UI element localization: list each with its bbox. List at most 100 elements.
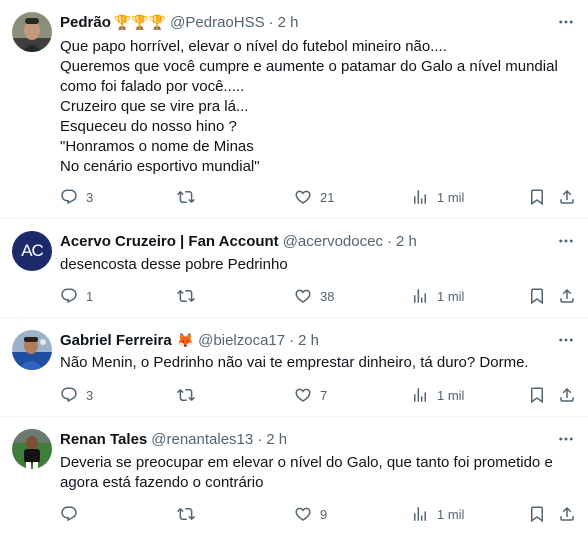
- timestamp[interactable]: 2 h: [298, 332, 319, 349]
- text-line: No cenário esportivo mundial": [60, 158, 260, 175]
- avatar[interactable]: [12, 429, 52, 469]
- reply-button[interactable]: 1: [60, 286, 93, 306]
- share-button[interactable]: [558, 187, 576, 207]
- user-handle[interactable]: @PedraoHSS: [170, 14, 264, 31]
- like-count: 7: [320, 387, 328, 403]
- display-name[interactable]: Acervo Cruzeiro | Fan Account: [60, 233, 279, 250]
- tweet-text: desencosta desse pobre Pedrinho: [60, 255, 574, 275]
- avatar[interactable]: [12, 12, 52, 52]
- repost-icon: [177, 188, 195, 206]
- text-line: Esqueceu do nosso hino ?: [60, 118, 237, 135]
- text-line: desencosta desse pobre Pedrinho: [60, 256, 288, 273]
- share-icon: [558, 386, 576, 404]
- reply-count: 3: [86, 189, 94, 205]
- reply-icon: [60, 188, 78, 206]
- tweet-text: Não Menin, o Pedrinho não vai te emprest…: [60, 353, 574, 373]
- timestamp[interactable]: 2 h: [278, 14, 299, 31]
- separator: ·: [257, 430, 263, 448]
- more-icon[interactable]: [556, 231, 576, 251]
- trophy-badges: 🏆🏆🏆: [113, 13, 167, 30]
- fox-badge: 🦊: [176, 331, 195, 348]
- more-icon[interactable]: [556, 330, 576, 350]
- like-icon: [294, 287, 312, 305]
- like-button[interactable]: 9: [294, 504, 327, 524]
- bookmark-icon: [528, 505, 546, 523]
- repost-icon: [177, 287, 195, 305]
- like-button[interactable]: 38: [294, 286, 334, 306]
- bookmark-button[interactable]: [528, 504, 546, 524]
- like-button[interactable]: 7: [294, 385, 327, 405]
- avatar[interactable]: [12, 330, 52, 370]
- timestamp[interactable]: 2 h: [266, 431, 287, 448]
- views-button[interactable]: 1 mil: [411, 385, 464, 405]
- views-icon: [411, 386, 429, 404]
- display-name[interactable]: Renan Tales: [60, 431, 147, 448]
- repost-button[interactable]: [177, 286, 203, 306]
- separator: ·: [268, 13, 274, 31]
- timestamp[interactable]: 2 h: [396, 233, 417, 250]
- reply-icon: [60, 505, 78, 523]
- text-line: "Honramos o nome de Minas: [60, 138, 254, 155]
- display-name[interactable]: Pedrão: [60, 14, 111, 31]
- tweet-acervo[interactable]: AC Acervo Cruzeiro | Fan Account @acervo…: [0, 219, 588, 318]
- display-name[interactable]: Gabriel Ferreira: [60, 332, 172, 349]
- views-count: 1 mil: [437, 288, 465, 304]
- views-count: 1 mil: [437, 189, 465, 205]
- share-icon: [558, 287, 576, 305]
- reply-button[interactable]: 3: [60, 187, 93, 207]
- share-button[interactable]: [558, 504, 576, 524]
- action-bar: 9 1 mil: [60, 504, 580, 524]
- views-icon: [411, 505, 429, 523]
- share-button[interactable]: [558, 286, 576, 306]
- like-count: 9: [320, 506, 328, 522]
- repost-button[interactable]: [177, 385, 203, 405]
- views-button[interactable]: 1 mil: [411, 187, 464, 207]
- repost-icon: [177, 386, 195, 404]
- bookmark-icon: [528, 188, 546, 206]
- more-icon[interactable]: [556, 429, 576, 449]
- share-icon: [558, 505, 576, 523]
- more-icon[interactable]: [556, 12, 576, 32]
- views-icon: [411, 287, 429, 305]
- tweet-gabriel[interactable]: Gabriel Ferreira 🦊 @bielzoca17 · 2 h Não…: [0, 318, 588, 417]
- action-bar: 3 7 1 mil: [60, 385, 580, 405]
- views-icon: [411, 188, 429, 206]
- reply-count: 1: [86, 288, 94, 304]
- share-icon: [558, 188, 576, 206]
- like-icon: [294, 505, 312, 523]
- share-button[interactable]: [558, 385, 576, 405]
- bookmark-button[interactable]: [528, 286, 546, 306]
- user-handle[interactable]: @renantales13: [151, 431, 253, 448]
- bookmark-button[interactable]: [528, 187, 546, 207]
- separator: ·: [289, 331, 295, 349]
- avatar[interactable]: AC: [12, 231, 52, 271]
- repost-button[interactable]: [177, 504, 203, 524]
- repost-icon: [177, 505, 195, 523]
- tweet-renan[interactable]: Renan Tales @renantales13 · 2 h Deveria …: [0, 417, 588, 535]
- text-line: Não Menin, o Pedrinho não vai te emprest…: [60, 354, 529, 371]
- tweet-pedrao[interactable]: Pedrão 🏆🏆🏆 @PedraoHSS · 2 h Que papo hor…: [0, 0, 588, 219]
- like-button[interactable]: 21: [294, 187, 334, 207]
- views-button[interactable]: 1 mil: [411, 286, 464, 306]
- reply-button[interactable]: [60, 504, 86, 524]
- separator: ·: [386, 232, 392, 250]
- reply-icon: [60, 287, 78, 305]
- action-bar: 3 21 1 mil: [60, 187, 580, 207]
- user-handle[interactable]: @bielzoca17: [198, 332, 285, 349]
- text-line: como foi falado por você.....: [60, 78, 245, 95]
- bookmark-icon: [528, 287, 546, 305]
- views-count: 1 mil: [437, 387, 465, 403]
- text-line: Deveria se preocupar em elevar o nível d…: [60, 454, 553, 471]
- views-count: 1 mil: [437, 506, 465, 522]
- bookmark-button[interactable]: [528, 385, 546, 405]
- text-line: Que papo horrível, elevar o nível do fut…: [60, 38, 447, 55]
- text-line: agora está fazendo o contrário: [60, 474, 264, 491]
- text-line: Queremos que você cumpre e aumente o pat…: [60, 58, 558, 75]
- reply-button[interactable]: 3: [60, 385, 93, 405]
- like-icon: [294, 386, 312, 404]
- user-handle[interactable]: @acervodocec: [283, 233, 383, 250]
- text-line: Cruzeiro que se vire pra lá...: [60, 98, 249, 115]
- avatar-initials: AC: [21, 241, 44, 260]
- repost-button[interactable]: [177, 187, 203, 207]
- views-button[interactable]: 1 mil: [411, 504, 464, 524]
